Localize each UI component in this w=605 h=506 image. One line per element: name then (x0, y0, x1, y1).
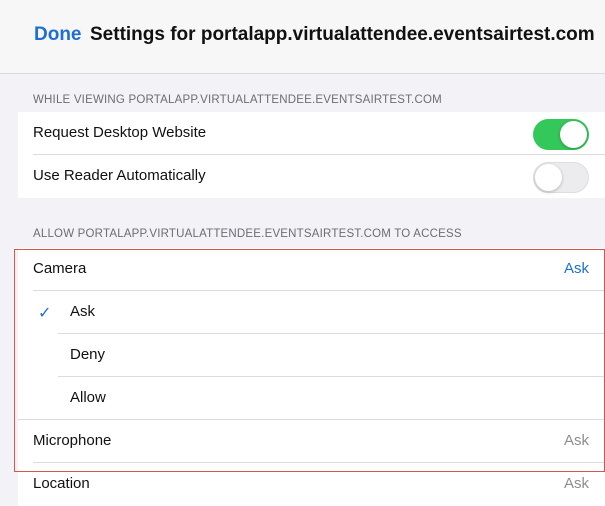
camera-option-ask-label: Ask (70, 303, 96, 320)
camera-option-ask[interactable]: ✓ Ask (18, 291, 605, 334)
use-reader-automatically-label: Use Reader Automatically (33, 167, 206, 184)
request-desktop-website-row[interactable]: Request Desktop Website (18, 112, 605, 155)
microphone-row[interactable]: Microphone Ask (18, 420, 605, 463)
toggle-knob (535, 164, 562, 191)
location-row[interactable]: Location Ask (18, 463, 605, 506)
microphone-value: Ask (563, 432, 589, 449)
navigation-bar: Done Settings for portalapp.virtualatten… (0, 0, 605, 74)
section-header-viewing: WHILE VIEWING PORTALAPP.VIRTUALATTENDEE.… (33, 94, 442, 106)
use-reader-automatically-toggle[interactable] (533, 162, 589, 193)
camera-row[interactable]: Camera Ask (18, 248, 605, 291)
checkmark-icon: ✓ (38, 305, 52, 322)
request-desktop-website-toggle[interactable] (533, 119, 589, 150)
section-header-access: ALLOW PORTALAPP.VIRTUALATTENDEE.EVENTSAI… (33, 228, 462, 240)
toggle-knob (560, 121, 587, 148)
camera-option-deny-label: Deny (70, 346, 106, 363)
location-label: Location (33, 475, 90, 492)
camera-option-deny[interactable]: Deny (18, 334, 605, 377)
camera-value: Ask (563, 260, 589, 277)
done-button[interactable]: Done (34, 24, 82, 46)
request-desktop-website-label: Request Desktop Website (33, 124, 207, 141)
viewing-settings-group: Request Desktop Website Use Reader Autom… (18, 112, 605, 198)
camera-option-allow-label: Allow (70, 389, 106, 406)
page-title: Settings for portalapp.virtualattendee.e… (90, 24, 595, 45)
use-reader-automatically-row[interactable]: Use Reader Automatically (18, 155, 605, 198)
camera-label: Camera (33, 260, 87, 277)
access-settings-group: Camera Ask ✓ Ask Deny Allow Microphone A… (18, 248, 605, 506)
microphone-label: Microphone (33, 432, 112, 449)
location-value: Ask (563, 475, 589, 492)
camera-option-allow[interactable]: Allow (18, 377, 605, 420)
